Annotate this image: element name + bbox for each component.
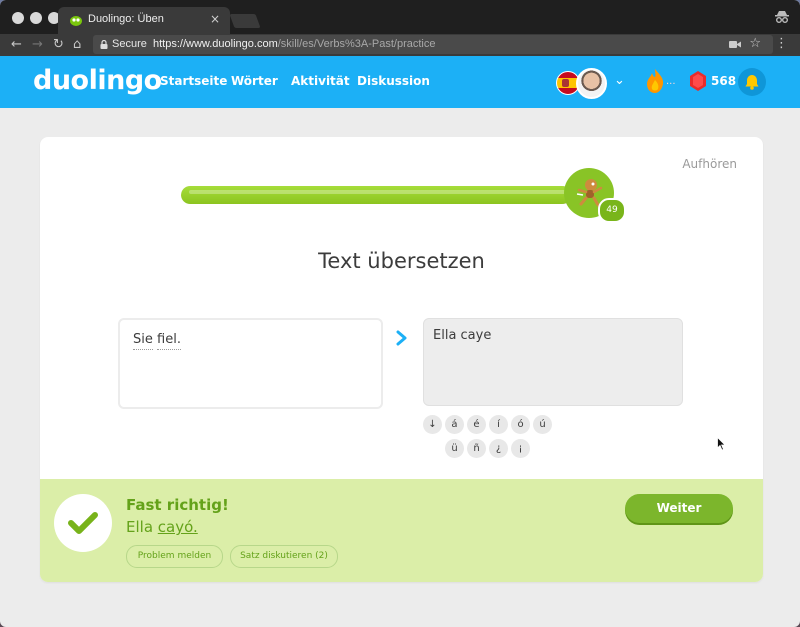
lingot-gem-icon[interactable]	[690, 71, 706, 91]
success-badge	[54, 494, 112, 552]
nav-aktivitaet[interactable]: Aktivität	[291, 74, 350, 88]
solution-prefix: Ella	[126, 518, 158, 536]
source-word[interactable]: fiel.	[157, 332, 181, 350]
duolingo-logo[interactable]: duolingo	[33, 65, 162, 96]
browser-toolbar: ← → ↻ ⌂ Secure https://www.duolingo.com/…	[0, 34, 800, 56]
source-sentence-box: Sie fiel.	[118, 318, 383, 409]
source-word[interactable]: Sie	[133, 332, 153, 350]
minimize-window-button[interactable]	[30, 12, 42, 24]
close-window-button[interactable]	[12, 12, 24, 24]
charkey-inverted-question[interactable]: ¿	[489, 439, 508, 458]
report-problem-button[interactable]: Problem melden	[126, 545, 223, 568]
browser-window: Duolingo: Üben × ← → ↻ ⌂ Secure https://…	[0, 0, 800, 627]
charkey-u-umlaut[interactable]: ü	[445, 439, 464, 458]
notifications-button[interactable]	[738, 68, 766, 96]
tab-close-icon[interactable]: ×	[210, 12, 220, 26]
feedback-footer: Fast richtig! Ella cayó. Problem melden …	[40, 479, 763, 582]
url-path: /skill/es/Verbs%3A-Past/practice	[277, 38, 436, 50]
avatar[interactable]	[576, 68, 607, 99]
solution-highlight: cayó.	[157, 518, 198, 536]
back-button[interactable]: ←	[11, 37, 22, 53]
charkey-a-acute[interactable]: á	[445, 415, 464, 434]
streak-count: ...	[666, 76, 676, 87]
progress-shine	[189, 190, 597, 194]
nav-diskussion[interactable]: Diskussion	[357, 74, 430, 88]
charkey-u-acute[interactable]: ú	[533, 415, 552, 434]
lock-icon	[100, 40, 108, 49]
duolingo-favicon-icon	[70, 16, 82, 26]
charkey-arrow[interactable]: ↓	[423, 415, 442, 434]
answer-text: Ella caye	[433, 328, 492, 343]
source-sentence: Sie fiel.	[133, 332, 181, 350]
chevron-right-icon	[396, 330, 407, 346]
lingot-count: 568	[711, 74, 737, 88]
checkmark-icon	[68, 512, 98, 534]
nav-woerter[interactable]: Wörter	[231, 74, 278, 88]
discuss-sentence-button[interactable]: Satz diskutieren (2)	[230, 545, 338, 568]
correct-solution: Ella cayó.	[126, 518, 198, 536]
address-bar[interactable]: Secure https://www.duolingo.com/skill/es…	[93, 35, 773, 54]
challenge-title: Text übersetzen	[318, 249, 485, 273]
browser-tab[interactable]: Duolingo: Üben ×	[58, 7, 230, 34]
camera-icon[interactable]	[729, 40, 741, 49]
home-button[interactable]: ⌂	[73, 37, 81, 53]
streak-flame-icon[interactable]	[645, 68, 665, 94]
nav-startseite[interactable]: Startseite	[160, 74, 227, 88]
bell-icon	[745, 75, 759, 90]
charkey-n-tilde[interactable]: ñ	[467, 439, 486, 458]
answer-input[interactable]: Ella caye	[423, 318, 683, 406]
continue-button[interactable]: Weiter	[625, 494, 733, 523]
progress-fill	[181, 186, 572, 204]
progress-count-badge: 49	[598, 198, 626, 223]
incognito-icon	[775, 11, 789, 23]
charkey-o-acute[interactable]: ó	[511, 415, 530, 434]
mouse-cursor-icon	[717, 437, 726, 451]
lesson-card: Aufhören 49 Text übersetzen Sie fiel. El…	[40, 137, 763, 582]
bookmark-star-icon[interactable]: ☆	[749, 36, 761, 51]
progress-bar	[181, 186, 605, 204]
forward-button[interactable]: →	[32, 37, 43, 53]
chevron-down-icon[interactable]: ⌄	[614, 73, 625, 88]
charkey-inverted-exclamation[interactable]: ¡	[511, 439, 530, 458]
site-header: duolingo Startseite Wörter Aktivität Dis…	[0, 56, 800, 108]
secure-label: Secure	[112, 38, 147, 50]
browser-menu-icon[interactable]: ⋮	[775, 36, 788, 51]
charkey-e-acute[interactable]: é	[467, 415, 486, 434]
tab-title: Duolingo: Üben	[88, 13, 164, 25]
reload-button[interactable]: ↻	[53, 37, 64, 53]
feedback-title: Fast richtig!	[126, 496, 229, 514]
tab-bar: Duolingo: Üben ×	[0, 0, 800, 34]
url-text: https://www.duolingo.com/skill/es/Verbs%…	[153, 38, 435, 50]
new-tab-button[interactable]	[229, 14, 261, 28]
charkey-i-acute[interactable]: í	[489, 415, 508, 434]
url-host: https://www.duolingo.com	[153, 38, 278, 50]
quit-button[interactable]: Aufhören	[682, 157, 737, 171]
